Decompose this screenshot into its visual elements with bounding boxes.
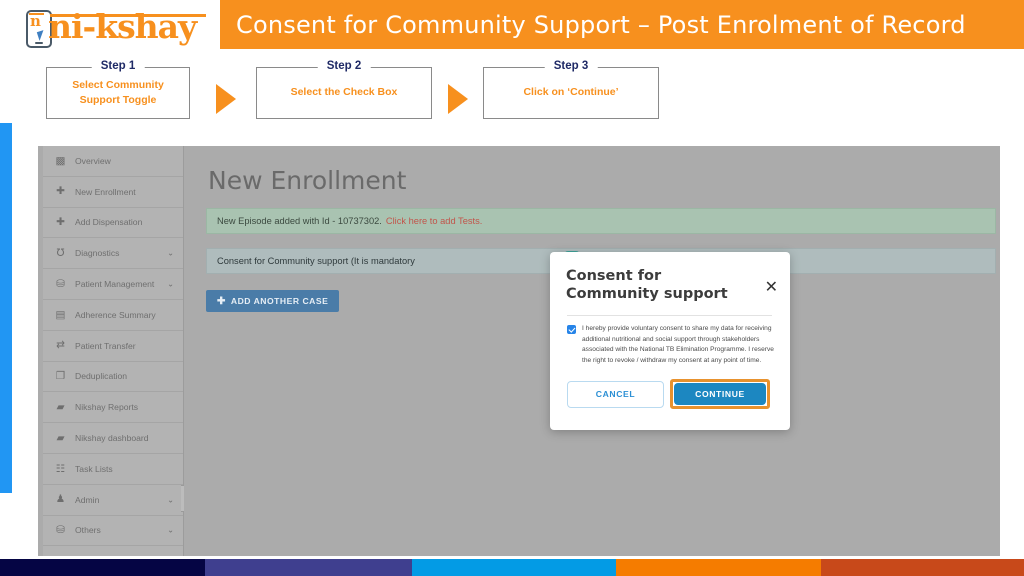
modal-actions: CANCEL CONTINUE: [567, 379, 775, 409]
sidebar-item-adherence-summary[interactable]: ▤ Adherence Summary: [43, 300, 183, 331]
sidebar-item-diagnostics[interactable]: ℧ Diagnostics ⌄: [43, 238, 183, 270]
transfer-arrows-icon: ⇄: [56, 339, 65, 352]
bottom-bar-segment-4: [616, 559, 821, 576]
sidebar-item-label: Others: [75, 525, 101, 536]
sidebar-item-patient-management[interactable]: ⛁ Patient Management ⌄: [43, 269, 183, 300]
sidebar-item-task-lists[interactable]: ☷ Task Lists: [43, 454, 183, 485]
chevron-down-icon: ⌄: [167, 525, 174, 535]
add-another-case-label: ADD ANOTHER CASE: [230, 296, 329, 306]
document-icon: ▰: [56, 431, 65, 444]
sidebar-item-label: Admin: [75, 494, 100, 505]
step-2-body: Select the Check Box: [257, 68, 431, 118]
step-3-body: Click on ‘Continue’: [484, 68, 658, 118]
chevron-down-icon: ⌄: [167, 248, 174, 258]
bottom-bar-segment-1: [0, 559, 205, 576]
app-main-content: New Enrollment New Episode added with Id…: [184, 146, 1000, 556]
plus-icon: ✚: [56, 185, 65, 198]
step-3-line1: Click on ‘Continue’: [523, 86, 619, 99]
plus-icon: ✚: [217, 295, 226, 307]
user-icon: ♟: [55, 493, 66, 506]
plus-icon: ✚: [56, 216, 65, 229]
arrow-right-icon-2: [448, 84, 468, 114]
logo-wordmark: ni-kshay: [48, 7, 197, 46]
close-icon[interactable]: ✕: [765, 280, 778, 296]
sidebar-item-overview[interactable]: ▩ Overview: [43, 146, 183, 177]
sidebar-item-label: Deduplication: [75, 371, 128, 382]
chevron-down-icon: ⌄: [167, 495, 174, 505]
sidebar-item-nikshay-dashboard[interactable]: ▰ Nikshay dashboard: [43, 423, 183, 454]
slide-title-bar: Consent for Community Support – Post Enr…: [220, 0, 1024, 49]
sidebar-item-label: Task Lists: [75, 463, 113, 474]
continue-button[interactable]: CONTINUE: [674, 383, 766, 405]
step-box-1: Step 1 Select Community Support Toggle: [46, 60, 190, 119]
consent-section-label: Consent for Community support (It is man…: [217, 256, 415, 266]
modal-header: Consent for Community support ✕: [550, 252, 790, 303]
sidebar-item-label: Adherence Summary: [75, 309, 156, 320]
step-1-line2: Support Toggle: [79, 94, 157, 106]
cancel-button-label: CANCEL: [595, 389, 636, 399]
sidebar-item-admin[interactable]: ♟ Admin ⌄: [43, 485, 183, 516]
briefcase-icon: ⛁: [56, 524, 65, 537]
sidebar-item-label: Patient Management: [75, 279, 155, 290]
consent-modal: Consent for Community support ✕ I hereby…: [550, 252, 790, 430]
stethoscope-icon: ℧: [56, 247, 65, 260]
arrow-right-icon-1: [216, 84, 236, 114]
copy-icon: ❐: [55, 370, 66, 383]
continue-button-label: CONTINUE: [695, 389, 745, 399]
step-2-line1: Select the Check Box: [290, 86, 398, 99]
list-icon: ☷: [55, 462, 66, 475]
left-accent-bar: [0, 123, 12, 493]
sidebar-item-label: Patient Transfer: [75, 340, 136, 351]
sidebar-item-patient-transfer[interactable]: ⇄ Patient Transfer: [43, 331, 183, 362]
sidebar-item-nikshay-reports[interactable]: ▰ Nikshay Reports: [43, 392, 183, 424]
sidebar-item-label: Overview: [75, 155, 111, 166]
sidebar-item-label: Add Dispensation: [75, 217, 143, 228]
briefcase-icon: ⛁: [56, 277, 65, 290]
consent-checkbox[interactable]: [567, 325, 576, 334]
document-icon: ▰: [56, 401, 65, 414]
modal-divider: [567, 315, 772, 316]
success-alert-text: New Episode added with Id - 10737302.: [217, 216, 382, 226]
continue-highlight-box: CONTINUE: [670, 379, 770, 409]
sidebar-item-label: New Enrollment: [75, 186, 136, 197]
step-box-3: Step 3 Click on ‘Continue’: [483, 60, 659, 119]
sidebar-item-label: Nikshay Reports: [75, 402, 139, 413]
consent-statement: I hereby provide voluntary consent to sh…: [582, 325, 774, 365]
chevron-down-icon: ⌄: [167, 279, 174, 289]
bottom-bar-segment-5: [821, 559, 1024, 576]
sidebar-item-deduplication[interactable]: ❐ Deduplication: [43, 362, 183, 393]
dashboard-icon: ▩: [55, 154, 66, 167]
step-box-2: Step 2 Select the Check Box: [256, 60, 432, 119]
add-tests-link[interactable]: Click here to add Tests.: [386, 216, 482, 226]
success-alert: New Episode added with Id - 10737302. Cl…: [206, 208, 996, 234]
sidebar-item-label: Nikshay dashboard: [75, 433, 149, 444]
step-1-body: Select Community Support Toggle: [47, 68, 189, 118]
steps-row: Step 1 Select Community Support Toggle S…: [0, 58, 1024, 130]
app-sidebar[interactable]: ▩ Overview ✚ New Enrollment ✚ Add Dispensatio…: [43, 146, 184, 556]
sidebar-item-others[interactable]: ⛁ Others ⌄: [43, 516, 183, 547]
cancel-button[interactable]: CANCEL: [567, 380, 664, 408]
sidebar-item-new-enrollment[interactable]: ✚ New Enrollment: [43, 177, 183, 208]
sidebar-item-label: Diagnostics: [75, 248, 120, 259]
page-title: New Enrollment: [208, 166, 407, 195]
bottom-color-bar: [0, 559, 1024, 576]
bottom-bar-segment-3: [412, 559, 616, 576]
slide-title: Consent for Community Support – Post Enr…: [236, 10, 966, 39]
logo-letter: n: [30, 12, 41, 30]
add-another-case-button[interactable]: ✚ ADD ANOTHER CASE: [206, 290, 340, 312]
step-1-line1: Select Community: [72, 78, 164, 91]
nikshay-logo: n ni-kshay: [24, 6, 214, 54]
calendar-icon: ▤: [55, 308, 66, 321]
modal-body: I hereby provide voluntary consent to sh…: [567, 324, 775, 367]
modal-title: Consent for Community support: [566, 268, 728, 303]
bottom-bar-segment-2: [205, 559, 412, 576]
slide-root: n ni-kshay Consent for Community Support…: [0, 0, 1024, 576]
sidebar-item-add-dispensation[interactable]: ✚ Add Dispensation: [43, 208, 183, 239]
app-screenshot: ▩ Overview ✚ New Enrollment ✚ Add Dispensatio…: [38, 146, 1000, 556]
